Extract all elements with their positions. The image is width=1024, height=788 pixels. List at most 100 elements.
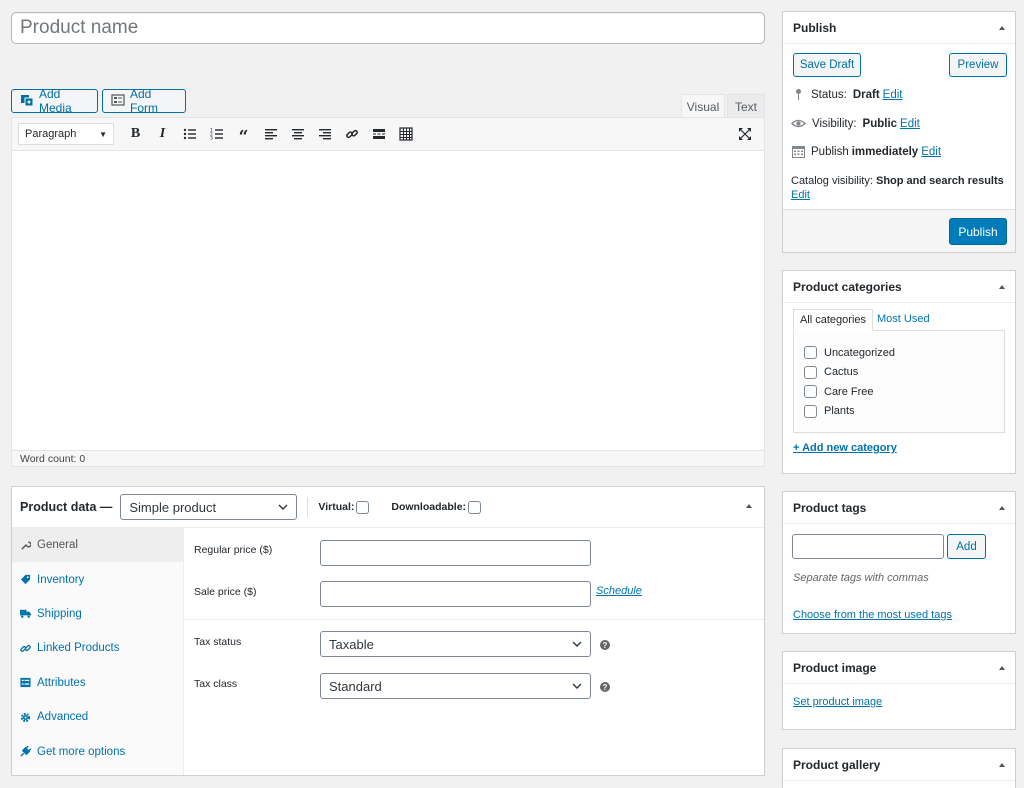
tab-get-more-options[interactable]: Get more options (12, 734, 183, 768)
bold-icon[interactable]: B (122, 122, 149, 146)
svg-text:3: 3 (210, 136, 213, 142)
product-image-box: Product image Set product image (782, 651, 1016, 730)
collapse-arrow-icon[interactable] (999, 25, 1005, 30)
numbered-list-icon[interactable]: 123 (203, 122, 230, 146)
image-box-title: Product image (793, 660, 877, 675)
edit-visibility-link[interactable]: Edit (900, 118, 920, 130)
collapse-arrow-icon[interactable] (999, 665, 1005, 670)
gallery-box-header: Product gallery (783, 749, 1015, 781)
align-left-icon[interactable] (257, 122, 284, 146)
set-product-image-link[interactable]: Set product image (793, 696, 882, 708)
edit-status-link[interactable]: Edit (883, 89, 903, 101)
tag-input[interactable] (792, 534, 944, 559)
visibility-row: Visibility: Public Edit (791, 117, 920, 130)
publish-actions: Publish (783, 209, 1015, 252)
tag-icon (20, 574, 31, 585)
tab-advanced[interactable]: Advanced (12, 700, 183, 734)
tab-most-used[interactable]: Most Used (877, 313, 930, 325)
collapse-arrow-icon[interactable] (999, 284, 1005, 289)
regular-price-input[interactable] (320, 540, 591, 566)
link-icon[interactable] (338, 122, 365, 146)
publish-date-row: Publish immediately Edit (792, 145, 941, 158)
help-icon[interactable]: ? (600, 682, 610, 692)
format-select[interactable]: Paragraph ▼ (18, 123, 114, 145)
tab-label: General (37, 539, 78, 552)
tab-visual[interactable]: Visual (681, 94, 725, 118)
preview-button[interactable]: Preview (949, 53, 1007, 77)
add-form-button[interactable]: Add Form (102, 87, 186, 115)
category-checkbox[interactable] (804, 385, 817, 399)
publish-button[interactable]: Publish (949, 218, 1007, 245)
collapse-arrow-icon[interactable] (746, 504, 752, 508)
category-item[interactable]: Cactus (804, 363, 994, 383)
edit-catalog-visibility-link[interactable]: Edit (791, 189, 810, 201)
blockquote-icon[interactable]: “ (230, 122, 257, 147)
tags-box-title: Product tags (793, 500, 867, 515)
link-icon (20, 644, 31, 652)
help-icon[interactable]: ? (600, 640, 610, 650)
add-media-button[interactable]: Add Media (11, 87, 98, 115)
status-row: Status: Draft Edit (792, 88, 902, 101)
save-draft-button[interactable]: Save Draft (793, 53, 861, 77)
format-value: Paragraph (25, 128, 77, 140)
collapse-arrow-icon[interactable] (999, 505, 1005, 510)
image-box-header: Product image (783, 652, 1015, 684)
tax-class-value: Standard (329, 678, 382, 694)
chevron-down-icon (572, 637, 582, 652)
tab-linked-products[interactable]: Linked Products (12, 631, 183, 665)
publish-label: Publish (811, 145, 849, 158)
add-tag-button[interactable]: Add (947, 534, 986, 559)
tab-text[interactable]: Text (727, 94, 765, 118)
bullet-list-icon[interactable] (176, 122, 203, 146)
eye-icon (791, 119, 806, 128)
tags-hint: Separate tags with commas (793, 572, 929, 584)
downloadable-checkbox[interactable] (468, 500, 482, 514)
list-icon (20, 678, 31, 688)
status-value: Draft (852, 88, 880, 101)
form-icon (111, 93, 125, 109)
choose-most-used-tags-link[interactable]: Choose from the most used tags (793, 609, 952, 621)
edit-publish-date-link[interactable]: Edit (921, 146, 941, 158)
tab-shipping[interactable]: Shipping (12, 597, 183, 631)
toolbar-toggle-icon[interactable] (392, 122, 419, 146)
publish-box-header: Publish (783, 12, 1015, 44)
product-data-tabs: General Inventory Shipping Linked Produc… (12, 528, 184, 775)
category-checkbox[interactable] (804, 346, 817, 360)
tax-status-select[interactable]: Taxable (320, 631, 591, 657)
read-more-icon[interactable] (365, 122, 392, 146)
pin-icon (796, 89, 801, 100)
tab-general[interactable]: General (12, 528, 183, 563)
category-checkbox[interactable] (804, 404, 817, 418)
tab-all-categories[interactable]: All categories (793, 309, 873, 331)
virtual-checkbox[interactable] (356, 500, 370, 514)
add-new-category-link[interactable]: + Add new category (793, 442, 897, 454)
product-name-input[interactable] (11, 12, 765, 44)
tab-inventory[interactable]: Inventory (12, 562, 183, 596)
category-item[interactable]: Care Free (804, 382, 994, 402)
product-gallery-box: Product gallery (782, 748, 1016, 788)
product-type-select[interactable]: Simple product (120, 494, 298, 520)
category-item[interactable]: Uncategorized (804, 343, 994, 363)
schedule-link[interactable]: Schedule (596, 585, 642, 597)
dropdown-arrow-icon: ▼ (99, 129, 107, 139)
truck-icon (20, 610, 31, 619)
visibility-value: Public (862, 117, 898, 130)
gear-icon (20, 712, 31, 722)
collapse-arrow-icon[interactable] (999, 762, 1005, 767)
align-right-icon[interactable] (311, 122, 338, 146)
category-checkbox[interactable] (804, 365, 817, 379)
tab-attributes[interactable]: Attributes (12, 666, 183, 700)
plugin-icon (20, 746, 31, 757)
editor-content-area[interactable] (12, 151, 764, 450)
categories-box-title: Product categories (793, 279, 902, 294)
category-label: Care Free (824, 385, 874, 398)
publish-box: Publish Save Draft Preview Status: Draft… (782, 11, 1016, 253)
categories-box-header: Product categories (783, 271, 1015, 303)
align-center-icon[interactable] (284, 122, 311, 146)
italic-icon[interactable]: I (149, 122, 176, 146)
category-item[interactable]: Plants (804, 402, 994, 422)
sale-price-input[interactable] (320, 581, 591, 607)
add-form-label: Add Form (130, 87, 158, 115)
fullscreen-icon[interactable] (731, 122, 758, 146)
tax-class-select[interactable]: Standard (320, 673, 591, 699)
